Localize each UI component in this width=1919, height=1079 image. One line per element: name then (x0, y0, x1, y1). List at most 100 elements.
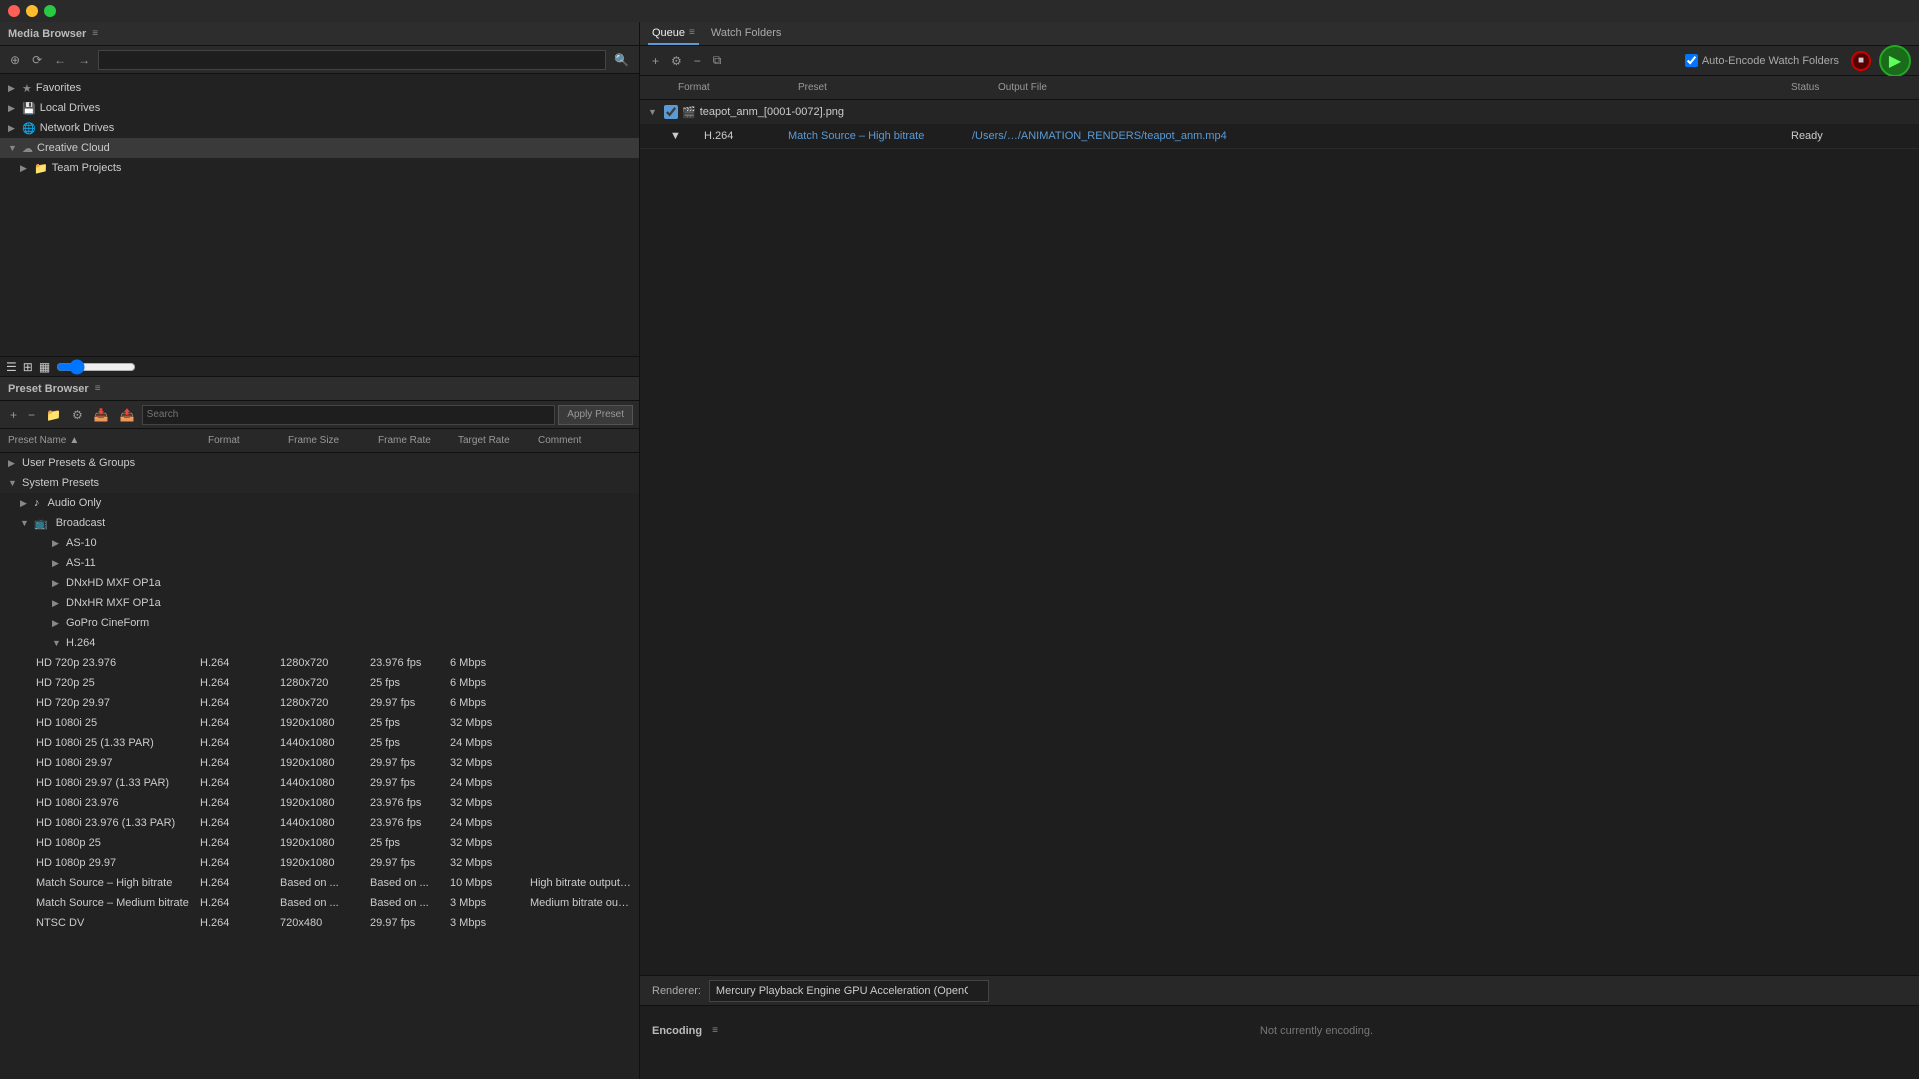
preset-row-3[interactable]: HD 1080i 25 H.264 1920x1080 25 fps 32 Mb… (0, 713, 639, 733)
preset-fps-13: 29.97 fps (370, 917, 450, 929)
preset-row-13[interactable]: NTSC DV H.264 720x480 29.97 fps 3 Mbps (0, 913, 639, 933)
queue-item-checkbox-0[interactable] (664, 105, 678, 119)
view-detail-icon[interactable]: ▦ (39, 360, 50, 374)
export-preset-button[interactable]: 📤 (116, 406, 139, 424)
preset-search-input[interactable] (142, 405, 556, 425)
queue-item-preset-0[interactable]: Match Source – High bitrate (788, 130, 968, 142)
preset-row-11[interactable]: Match Source – High bitrate H.264 Based … (0, 873, 639, 893)
media-browser-menu-icon[interactable]: ≡ (92, 28, 98, 39)
view-list-icon[interactable]: ☰ (6, 360, 17, 374)
preset-name-1: HD 720p 25 (36, 677, 200, 689)
col-header-comment[interactable]: Comment (530, 435, 639, 446)
group-user-presets[interactable]: ▶ User Presets & Groups (0, 453, 639, 473)
tree-item-creative-cloud[interactable]: ▼ ☁ Creative Cloud (0, 138, 639, 158)
queue-col-status: Status (1791, 82, 1911, 93)
preset-row-2[interactable]: HD 720p 29.97 H.264 1280x720 29.97 fps 6… (0, 693, 639, 713)
view-grid-icon[interactable]: ⊞ (23, 360, 33, 374)
queue-item-format-0[interactable]: H.264 (684, 130, 784, 142)
encoding-panel: Encoding ≡ Not currently encoding. (640, 1005, 1919, 1055)
preset-row-6[interactable]: HD 1080i 29.97 (1.33 PAR) H.264 1440x108… (0, 773, 639, 793)
import-preset-button[interactable]: 📥 (90, 406, 113, 424)
queue-remove-button[interactable]: − (690, 52, 705, 70)
col-header-preset-name[interactable]: Preset Name ▲ (0, 435, 200, 446)
preset-row-7[interactable]: HD 1080i 23.976 H.264 1920x1080 23.976 f… (0, 793, 639, 813)
queue-settings-button[interactable]: ⚙ (667, 52, 686, 70)
minimize-button[interactable] (26, 5, 38, 17)
preset-row-5[interactable]: HD 1080i 29.97 H.264 1920x1080 29.97 fps… (0, 753, 639, 773)
label-h264: H.264 (66, 637, 95, 649)
tree-item-local-drives[interactable]: ▶ 💾 Local Drives (0, 98, 639, 118)
tree-item-network-drives[interactable]: ▶ 🌐 Network Drives (0, 118, 639, 138)
queue-item-status-0: Ready (1791, 130, 1911, 142)
auto-encode-label: Auto-Encode Watch Folders (1685, 54, 1839, 67)
preset-size-9: 1920x1080 (280, 837, 370, 849)
group-system-presets[interactable]: ▼ System Presets (0, 473, 639, 493)
apply-preset-button[interactable]: Apply Preset (558, 405, 633, 425)
encoding-menu-icon[interactable]: ≡ (712, 1025, 718, 1036)
renderer-select[interactable]: Mercury Playback Engine GPU Acceleration… (709, 980, 989, 1002)
col-header-target-rate[interactable]: Target Rate (450, 435, 530, 446)
new-preset-button[interactable]: + (6, 406, 21, 424)
preset-row-9[interactable]: HD 1080p 25 H.264 1920x1080 25 fps 32 Mb… (0, 833, 639, 853)
arrow-broadcast: ▼ (20, 518, 30, 528)
queue-duplicate-button[interactable]: ⧉ (709, 51, 726, 70)
close-button[interactable] (8, 5, 20, 17)
maximize-button[interactable] (44, 5, 56, 17)
tree-arrow-creative-cloud: ▼ (8, 143, 18, 153)
tab-watch-folders[interactable]: Watch Folders (707, 22, 786, 45)
preset-row-1[interactable]: HD 720p 25 H.264 1280x720 25 fps 6 Mbps (0, 673, 639, 693)
refresh-button[interactable]: ⟳ (28, 51, 46, 69)
queue-expand-arrow-0[interactable]: ▼ (648, 107, 660, 117)
preset-comment-12: Medium bitrate output for SD sources. Fr… (530, 897, 631, 909)
filter-button[interactable]: ⊕ (6, 51, 24, 69)
queue-item-output-0[interactable]: /Users/…/ANIMATION_RENDERS/teapot_anm.mp… (972, 130, 1787, 142)
queue-columns-header: Format Preset Output File Status (640, 76, 1919, 100)
preset-row-10[interactable]: HD 1080p 29.97 H.264 1920x1080 29.97 fps… (0, 853, 639, 873)
tree-item-favorites[interactable]: ▶ ★ Favorites (0, 78, 639, 98)
preset-name-7: HD 1080i 23.976 (36, 797, 200, 809)
thumbnail-size-slider[interactable] (56, 359, 136, 375)
preset-row-0[interactable]: HD 720p 23.976 H.264 1280x720 23.976 fps… (0, 653, 639, 673)
subgroup-broadcast[interactable]: ▼ 📺 Broadcast (0, 513, 639, 533)
preset-size-13: 720x480 (280, 917, 370, 929)
preset-name-10: HD 1080p 29.97 (36, 857, 200, 869)
nav-back-button[interactable]: ← (50, 51, 70, 69)
arrow-audio-only: ▶ (20, 498, 30, 509)
auto-encode-checkbox[interactable] (1685, 54, 1698, 67)
subgroup-as10[interactable]: ▶ AS-10 (0, 533, 639, 553)
preset-row-4[interactable]: HD 1080i 25 (1.33 PAR) H.264 1440x1080 2… (0, 733, 639, 753)
col-header-format[interactable]: Format (200, 435, 280, 446)
preset-row-12[interactable]: Match Source – Medium bitrate H.264 Base… (0, 893, 639, 913)
left-panel: Media Browser ≡ ⊕ ⟳ ← → 🔍 ▶ ★ Favorites (0, 22, 640, 1079)
stop-button[interactable]: ■ (1851, 51, 1871, 71)
preset-name-2: HD 720p 29.97 (36, 697, 200, 709)
folder-preset-button[interactable]: 📁 (42, 406, 65, 424)
search-button[interactable]: 🔍 (610, 51, 633, 69)
subgroup-dnxhr[interactable]: ▶ DNxHR MXF OP1a (0, 593, 639, 613)
nav-forward-button[interactable]: → (74, 51, 94, 69)
subgroup-as11[interactable]: ▶ AS-11 (0, 553, 639, 573)
queue-tab-header: Queue ≡ Watch Folders (640, 22, 1919, 46)
tree-item-team-projects[interactable]: ▶ 📁 Team Projects (0, 158, 639, 178)
preset-size-6: 1440x1080 (280, 777, 370, 789)
col-header-frame-size[interactable]: Frame Size (280, 435, 370, 446)
subgroup-h264[interactable]: ▼ H.264 (0, 633, 639, 653)
queue-tab-menu-icon[interactable]: ≡ (689, 27, 695, 38)
settings-preset-button[interactable]: ⚙ (68, 406, 87, 424)
preset-rate-2: 6 Mbps (450, 697, 530, 709)
media-browser-toolbar: ⊕ ⟳ ← → 🔍 (0, 46, 639, 74)
queue-item-header-0[interactable]: ▼ 🎬 teapot_anm_[0001-0072].png (640, 100, 1919, 124)
preset-browser-menu-icon[interactable]: ≡ (95, 383, 101, 394)
queue-add-button[interactable]: + (648, 52, 663, 70)
delete-preset-button[interactable]: − (24, 406, 39, 424)
label-audio-only: Audio Only (48, 497, 102, 509)
subgroup-gopro[interactable]: ▶ GoPro CineForm (0, 613, 639, 633)
subgroup-dnxhd[interactable]: ▶ DNxHD MXF OP1a (0, 573, 639, 593)
arrow-dnxhr: ▶ (52, 598, 62, 609)
preset-row-8[interactable]: HD 1080i 23.976 (1.33 PAR) H.264 1440x10… (0, 813, 639, 833)
preset-rate-4: 24 Mbps (450, 737, 530, 749)
col-header-frame-rate[interactable]: Frame Rate (370, 435, 450, 446)
start-encode-button[interactable]: ▶ (1879, 45, 1911, 77)
subgroup-audio-only[interactable]: ▶ ♪ Audio Only (0, 493, 639, 513)
tab-queue[interactable]: Queue ≡ (648, 22, 699, 45)
